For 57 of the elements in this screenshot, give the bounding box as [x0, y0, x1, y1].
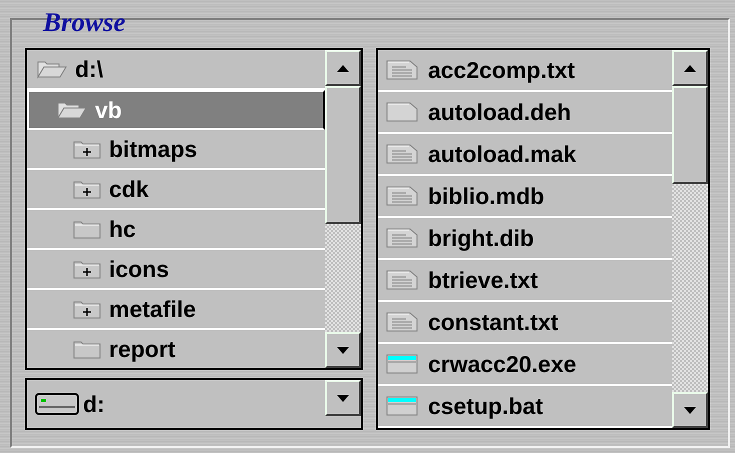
- file-name: crwacc20.exe: [428, 350, 576, 379]
- folder-name: cdk: [109, 176, 149, 202]
- up-triangle-icon: [336, 64, 349, 72]
- text-file-icon: [386, 269, 418, 291]
- scroll-down-button[interactable]: [324, 332, 361, 368]
- folder-item[interactable]: icons: [27, 250, 325, 290]
- down-triangle-icon: [336, 346, 349, 354]
- file-name: constant.txt: [428, 308, 558, 337]
- drive-icon: [35, 391, 79, 417]
- group-title: Browse: [42, 6, 127, 38]
- file-item[interactable]: bright.dib: [378, 218, 672, 260]
- drive-dropdown[interactable]: d:: [25, 378, 363, 430]
- text-file-icon: [386, 185, 418, 207]
- folder-name: vb: [95, 96, 122, 124]
- folder-item[interactable]: bitmaps: [27, 130, 325, 170]
- folder-item[interactable]: vb: [27, 90, 325, 130]
- down-triangle-icon: [336, 394, 349, 402]
- window-file-icon: [386, 353, 418, 375]
- folder-name: d:\: [75, 56, 104, 82]
- folder-item[interactable]: hc: [27, 210, 325, 250]
- folder-item[interactable]: cdk: [27, 170, 325, 210]
- file-name: btrieve.txt: [428, 266, 538, 295]
- folder-item[interactable]: metafile: [27, 290, 325, 330]
- folder-name: icons: [109, 256, 170, 282]
- scroll-down-button[interactable]: [672, 392, 708, 428]
- scrollbar-thumb[interactable]: [672, 86, 708, 184]
- text-file-icon: [386, 59, 418, 81]
- file-name: bright.dib: [428, 224, 534, 253]
- up-triangle-icon: [684, 64, 696, 72]
- folder-name: metafile: [109, 296, 196, 322]
- file-name: autoload.deh: [428, 98, 572, 127]
- window-file-icon: [386, 395, 418, 417]
- file-item[interactable]: autoload.mak: [378, 134, 672, 176]
- file-item[interactable]: btrieve.txt: [378, 260, 672, 302]
- file-item[interactable]: biblio.mdb: [378, 176, 672, 218]
- drive-value: d:: [83, 390, 105, 419]
- scrollbar-thumb[interactable]: [324, 86, 361, 224]
- text-file-icon: [386, 311, 418, 333]
- file-item[interactable]: constant.txt: [378, 302, 672, 344]
- scroll-up-button[interactable]: [672, 50, 708, 86]
- folder-name: hc: [109, 216, 136, 242]
- down-triangle-icon: [684, 406, 696, 414]
- file-item[interactable]: acc2comp.txt: [378, 50, 672, 92]
- file-item[interactable]: autoload.deh: [378, 92, 672, 134]
- blank-file-icon: [386, 101, 418, 123]
- scroll-up-button[interactable]: [324, 50, 361, 86]
- file-item[interactable]: csetup.bat: [378, 386, 672, 428]
- text-file-icon: [386, 143, 418, 165]
- file-name: csetup.bat: [428, 392, 543, 421]
- scroll-down-button[interactable]: [324, 380, 361, 416]
- file-item[interactable]: crwacc20.exe: [378, 344, 672, 386]
- file-name: acc2comp.txt: [428, 56, 575, 85]
- text-file-icon: [386, 227, 418, 249]
- file-name: biblio.mdb: [428, 182, 544, 211]
- folder-name: bitmaps: [109, 136, 198, 162]
- file-name: autoload.mak: [428, 140, 576, 169]
- folder-name: report: [109, 336, 176, 362]
